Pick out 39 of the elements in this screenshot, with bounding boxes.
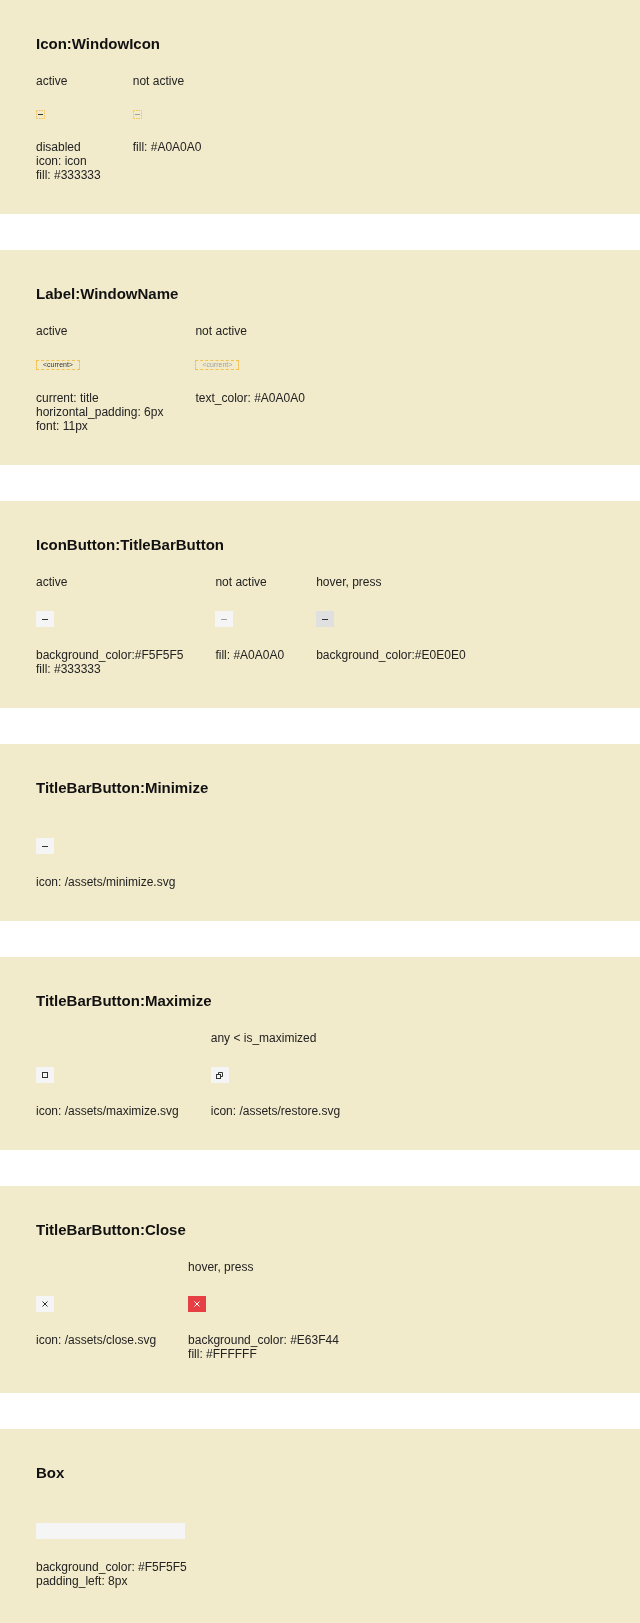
state-label: active — [36, 323, 69, 339]
state-label: active — [36, 73, 69, 89]
state-label: hover, press — [316, 574, 383, 590]
restore-button[interactable] — [210, 1067, 229, 1083]
section-title: TitleBarButton:Close — [36, 1220, 187, 1240]
property-text: icon: /assets/minimize.svg — [36, 875, 176, 889]
property-text: fill: #333333 — [36, 168, 101, 182]
state-label: not active — [215, 574, 268, 590]
section-title: IconButton:TitleBarButton — [36, 535, 226, 555]
property-text: text_color: #A0A0A0 — [195, 391, 305, 405]
property-text: background_color:#E0E0E0 — [316, 648, 466, 662]
section-title: TitleBarButton:Maximize — [36, 991, 213, 1011]
property-text: background_color: #F5F5F5 — [36, 1560, 187, 1574]
state-label: not active — [195, 323, 248, 339]
property-text: icon: /assets/maximize.svg — [36, 1104, 179, 1118]
state-label: hover, press — [188, 1259, 255, 1275]
state-label: any < is_maximized — [210, 1030, 318, 1046]
property-text: fill: #FFFFFF — [188, 1347, 258, 1361]
property-text: current: title — [36, 391, 100, 405]
maximize-button[interactable] — [36, 1067, 54, 1083]
property-text: icon: icon — [36, 154, 88, 168]
state-label: not active — [132, 73, 186, 89]
property-text: icon: /assets/close.svg — [36, 1333, 157, 1347]
section-title: Box — [36, 1463, 66, 1483]
property-text: fill: #A0A0A0 — [215, 648, 285, 662]
property-text: icon: /assets/restore.svg — [210, 1104, 341, 1118]
property-text: fill: #A0A0A0 — [132, 140, 202, 154]
property-text: horizontal_padding: 6px — [36, 405, 164, 419]
property-text: disabled — [36, 140, 82, 154]
section-title: TitleBarButton:Minimize — [36, 778, 210, 798]
property-text: fill: #333333 — [36, 662, 102, 676]
state-label: active — [36, 574, 69, 590]
property-text: background_color: #E63F44 — [188, 1333, 339, 1347]
close-button[interactable] — [36, 1296, 54, 1312]
section-title: Icon:WindowIcon — [36, 34, 161, 54]
property-text: font: 11px — [36, 419, 89, 433]
section-title: Label:WindowName — [36, 284, 180, 304]
property-text: padding_left: 8px — [36, 1574, 129, 1588]
property-text: background_color:#F5F5F5 — [36, 648, 184, 662]
